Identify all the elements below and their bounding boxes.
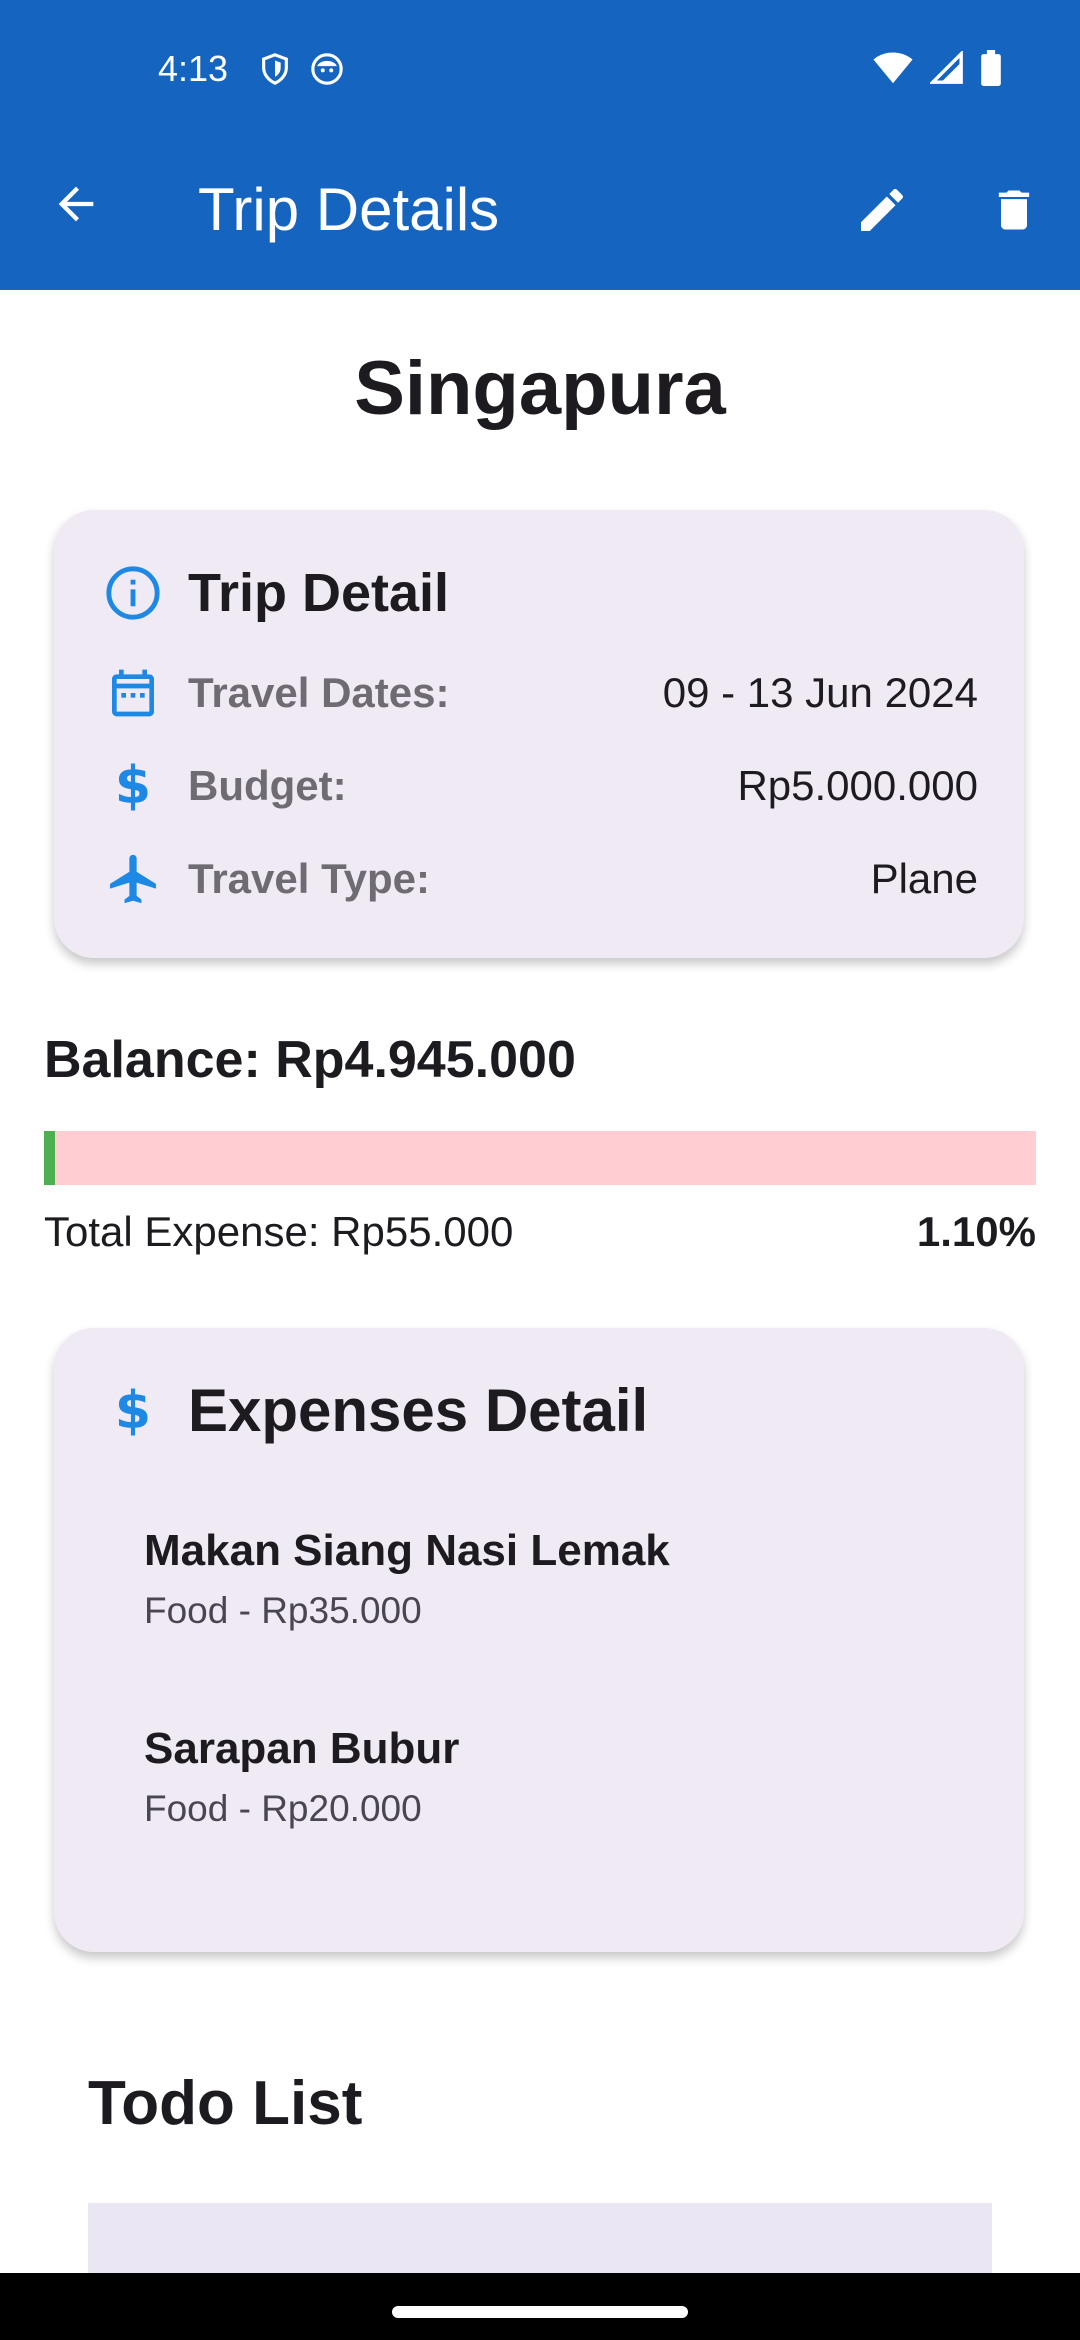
app-bar: 4:13 Trip Details [0, 0, 1080, 290]
detail-label: Travel Type: [188, 855, 430, 902]
trip-detail-header: Trip Detail [102, 562, 449, 624]
edit-icon [854, 182, 910, 243]
detail-label: Budget: [188, 762, 347, 809]
expenses-detail-card: $ Expenses Detail Makan Siang Nasi Lemak… [54, 1328, 1024, 1952]
delete-button[interactable] [978, 176, 1050, 248]
expense-subtitle: Food - Rp20.000 [144, 1788, 422, 1829]
expense-title: Sarapan Bubur [144, 1724, 460, 1773]
expense-title: Makan Siang Nasi Lemak [144, 1526, 670, 1575]
expense-item[interactable]: Sarapan Bubur Food - Rp20.000 [144, 1724, 459, 1830]
expenses-detail-header: $ Expenses Detail [102, 1376, 648, 1445]
arrow-back-icon [50, 178, 102, 235]
battery-icon [980, 50, 1002, 91]
trip-detail-heading: Trip Detail [188, 563, 450, 623]
todo-list-container[interactable] [88, 2203, 992, 2283]
expense-progress-fill [44, 1131, 55, 1185]
status-right-icons [872, 49, 1002, 91]
expense-percent: 1.10% [916, 1208, 1036, 1255]
todo-list-heading: Todo List [88, 2069, 363, 2138]
edit-button[interactable] [846, 176, 918, 248]
expense-progress-bar [44, 1131, 1036, 1185]
total-expense-text: Total Expense: Rp55.000 [44, 1208, 514, 1255]
detail-row-dates: Travel Dates: 09 - 13 Jun 2024 [102, 658, 978, 728]
dollar-icon: $ [114, 1380, 152, 1441]
back-button[interactable] [40, 170, 112, 242]
detail-value: Rp5.000.000 [737, 762, 978, 809]
airplane-icon [102, 848, 164, 910]
detail-value: Plane [870, 855, 978, 902]
trip-detail-card: Trip Detail Travel Dates: 09 - 13 Jun 20… [54, 510, 1024, 958]
dollar-icon: $ [114, 756, 152, 816]
detail-label: Travel Dates: [188, 669, 450, 716]
expense-item[interactable]: Makan Siang Nasi Lemak Food - Rp35.000 [144, 1526, 670, 1632]
detail-row-budget: $ Budget: Rp5.000.000 [102, 751, 978, 821]
expense-subtitle: Food - Rp35.000 [144, 1590, 422, 1631]
info-icon [102, 562, 164, 624]
detail-value: 09 - 13 Jun 2024 [662, 669, 978, 716]
calendar-icon [102, 662, 164, 724]
status-left-icons [258, 52, 344, 91]
trip-name: Singapura [354, 346, 726, 431]
page-title: Trip Details [198, 176, 500, 243]
face-icon [310, 52, 344, 91]
wifi-icon [872, 51, 914, 90]
delete-icon [988, 182, 1040, 243]
status-time: 4:13 [158, 48, 229, 89]
balance-text: Balance: Rp4.945.000 [44, 1031, 576, 1089]
home-gesture-handle[interactable] [392, 2306, 688, 2318]
shield-icon [258, 52, 292, 91]
expenses-detail-heading: Expenses Detail [188, 1377, 649, 1444]
signal-icon [928, 49, 964, 90]
detail-row-travel-type: Travel Type: Plane [102, 844, 978, 914]
